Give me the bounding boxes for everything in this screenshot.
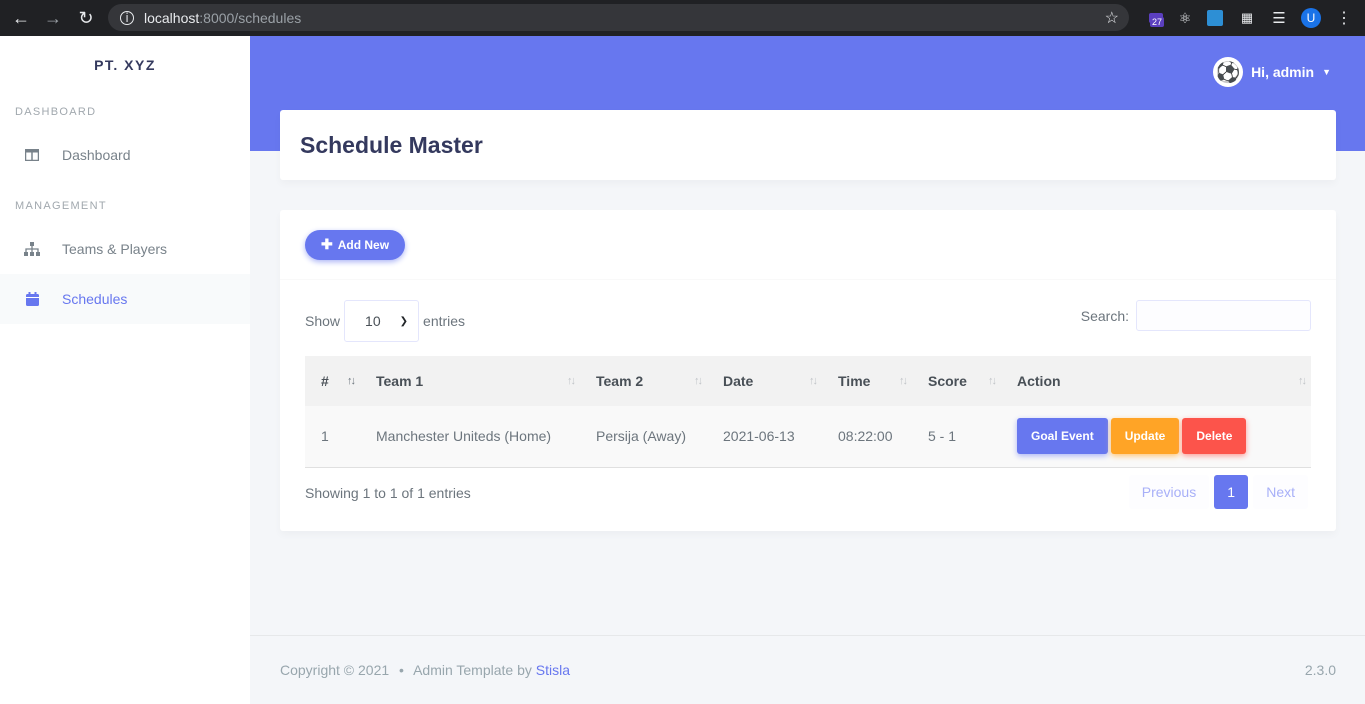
footer-left: Copyright © 2021 • Admin Template by Sti…	[280, 662, 570, 678]
sidebar-item-schedules[interactable]: Schedules	[0, 274, 250, 324]
sort-icon: ↑↓	[567, 375, 576, 387]
sidebar: PT. XYZ DASHBOARD Dashboard MANAGEMENT T…	[0, 36, 250, 704]
menu-header-management: MANAGEMENT	[15, 200, 107, 212]
brand-logo[interactable]: PT. XYZ	[0, 36, 250, 94]
column-header-score[interactable]: Score ↑↓	[912, 356, 1001, 406]
extension-fi-icon[interactable]	[1204, 7, 1226, 29]
version-text: 2.3.0	[1304, 662, 1336, 678]
cell-team2: Persija (Away)	[596, 428, 686, 445]
search-input[interactable]	[1136, 300, 1311, 331]
sidebar-item-label: Schedules	[62, 291, 128, 307]
page-length-select[interactable]: 10 ❯	[344, 300, 420, 342]
extension-badge-icon[interactable]: 27	[1145, 7, 1167, 29]
browser-menu-icon[interactable]: ⋮	[1333, 7, 1355, 29]
back-icon[interactable]: ←	[8, 5, 34, 31]
sort-icon: ↑↓	[1298, 375, 1307, 387]
show-label: Show	[305, 313, 341, 329]
extensions-puzzle-icon[interactable]: ▦	[1236, 7, 1258, 29]
sort-asc-icon: ↑↓	[347, 375, 356, 387]
sitemap-icon	[24, 241, 40, 257]
browser-toolbar: ← → ↻ i localhost:8000/schedules ☆ 27 ⚛ …	[0, 0, 1365, 36]
page-title: Schedule Master	[300, 131, 483, 158]
schedule-card: ✚ Add New Show 10 ❯ entries Search: # ↑↓ …	[280, 210, 1336, 531]
calendar-icon	[24, 291, 40, 307]
chevron-down-icon: ▼	[1322, 67, 1331, 77]
page-1-button[interactable]: 1	[1214, 475, 1249, 509]
media-control-icon[interactable]: ☰	[1268, 7, 1290, 29]
add-new-label: Add New	[337, 237, 390, 252]
column-header-action[interactable]: Action ↑↓	[1001, 356, 1311, 406]
extension-badge-count: 27	[1150, 17, 1165, 27]
cell-date: 2021-06-13	[723, 428, 795, 445]
reload-icon[interactable]: ↻	[73, 5, 99, 31]
plus-icon: ✚	[321, 236, 333, 252]
previous-page-button[interactable]: Previous	[1128, 475, 1210, 509]
react-devtools-icon[interactable]: ⚛	[1174, 7, 1196, 29]
profile-initial: U	[1301, 8, 1321, 28]
entries-label: entries	[423, 313, 466, 329]
sidebar-item-teams-players[interactable]: Teams & Players	[0, 224, 250, 274]
table-row: 1 Manchester Uniteds (Home) Persija (Awa…	[305, 406, 1311, 467]
sort-icon: ↑↓	[694, 375, 703, 387]
sort-icon: ↑↓	[988, 375, 997, 387]
copyright-text: Copyright © 2021	[280, 662, 390, 678]
avatar: ⚽	[1213, 57, 1244, 87]
site-info-icon[interactable]: i	[120, 10, 134, 25]
user-dropdown[interactable]: ⚽ Hi, admin ▼	[1213, 57, 1331, 87]
profile-avatar[interactable]: U	[1300, 7, 1322, 29]
sidebar-item-dashboard[interactable]: Dashboard	[0, 130, 250, 180]
sidebar-item-label: Teams & Players	[62, 241, 168, 257]
footer-bullet: •	[399, 662, 404, 678]
cell-score: 5 - 1	[928, 428, 957, 445]
bookmark-star-icon[interactable]: ☆	[1105, 8, 1119, 28]
column-header-team2[interactable]: Team 2 ↑↓	[580, 356, 707, 406]
search-label: Search:	[1080, 307, 1129, 324]
goal-event-button[interactable]: Goal Event	[1017, 418, 1108, 455]
chevron-down-icon: ❯	[399, 315, 409, 327]
sort-icon: ↑↓	[809, 375, 818, 387]
page-length-value: 10	[365, 313, 381, 329]
column-header-team1[interactable]: Team 1 ↑↓	[360, 356, 580, 406]
update-button[interactable]: Update	[1110, 418, 1180, 455]
url-path: :8000/schedules	[199, 9, 302, 26]
column-header-no[interactable]: # ↑↓	[305, 356, 360, 406]
cell-time: 08:22:00	[838, 428, 893, 445]
section-header: Schedule Master	[280, 110, 1336, 180]
add-new-button[interactable]: ✚ Add New	[305, 229, 406, 260]
sort-icon: ↑↓	[899, 375, 908, 387]
column-header-time[interactable]: Time ↑↓	[822, 356, 912, 406]
cell-no: 1	[321, 428, 329, 445]
columns-icon	[24, 147, 40, 163]
sidebar-item-label: Dashboard	[62, 147, 131, 163]
stisla-link[interactable]: Stisla	[536, 662, 570, 678]
template-credit: Admin Template by	[413, 662, 532, 678]
cell-team1: Manchester Uniteds (Home)	[376, 428, 552, 445]
forward-icon[interactable]: →	[40, 5, 66, 31]
next-page-button[interactable]: Next	[1253, 475, 1308, 509]
column-header-date[interactable]: Date ↑↓	[707, 356, 822, 406]
cell-actions: Goal Event Update Delete	[1001, 406, 1311, 467]
table-info: Showing 1 to 1 of 1 entries	[305, 485, 471, 501]
delete-button[interactable]: Delete	[1182, 418, 1247, 455]
footer: Copyright © 2021 • Admin Template by Sti…	[250, 635, 1365, 704]
schedule-table: # ↑↓ Team 1 ↑↓ Team 2 ↑↓ Date ↑↓ Time ↑↓ Scor…	[305, 356, 1311, 468]
user-greeting: Hi, admin	[1251, 64, 1315, 80]
menu-header-dashboard: DASHBOARD	[15, 106, 97, 118]
address-bar[interactable]: i localhost:8000/schedules ☆	[108, 4, 1129, 31]
url-host: localhost	[144, 9, 200, 26]
table-header-row: # ↑↓ Team 1 ↑↓ Team 2 ↑↓ Date ↑↓ Time ↑↓ Scor…	[305, 356, 1311, 406]
card-header: ✚ Add New	[280, 210, 1336, 280]
table-search: Search:	[1081, 300, 1311, 331]
page-length-control: Show 10 ❯ entries	[305, 300, 465, 342]
pagination: Previous 1 Next	[1128, 475, 1308, 509]
